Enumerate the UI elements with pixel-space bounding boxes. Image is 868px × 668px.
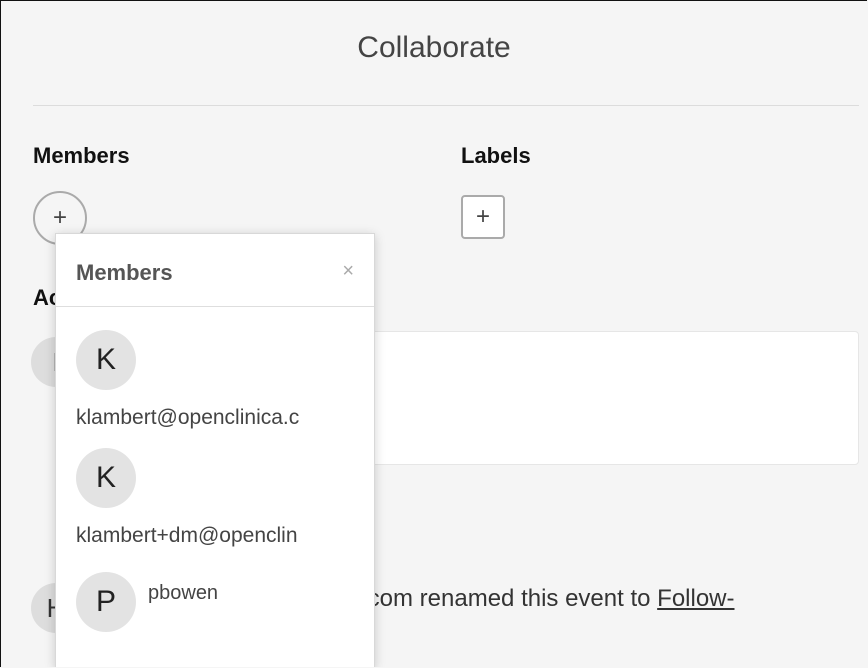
member-email: klambert+dm@openclin: [76, 524, 298, 547]
popup-header: Members ×: [56, 234, 374, 307]
avatar-initial: P: [95, 585, 116, 618]
close-icon[interactable]: ×: [342, 260, 354, 283]
avatar: K: [76, 330, 136, 390]
member-name: pbowen: [148, 582, 219, 604]
add-label-button[interactable]: +: [461, 195, 505, 239]
labels-label: Labels: [461, 143, 531, 168]
header-divider: [33, 105, 859, 106]
avatar: K: [76, 448, 136, 508]
avatar: P: [76, 572, 136, 632]
member-option[interactable]: K klambert@openclinica.c: [76, 330, 299, 430]
avatar-initial: K: [95, 343, 116, 376]
members-popup: Members × K klambert@openclinica.c K kla…: [55, 233, 375, 667]
history-text: .com renamed this event to: [361, 585, 658, 612]
history-event-link[interactable]: Follow-: [657, 585, 734, 612]
member-option[interactable]: P pbowen: [76, 572, 218, 632]
comment-input[interactable]: [331, 331, 859, 465]
member-email: klambert@openclinica.c: [76, 406, 300, 429]
member-option[interactable]: K klambert+dm@openclin: [76, 448, 298, 548]
plus-icon: +: [475, 203, 490, 230]
plus-icon: +: [52, 204, 67, 231]
avatar-initial: K: [95, 461, 116, 494]
page-title: Collaborate: [357, 31, 511, 64]
collaborate-panel: Collaborate Members Labels + + Ac I H .c…: [0, 0, 867, 667]
history-entry: .com renamed this event to Follow-: [361, 585, 735, 613]
popup-title: Members: [76, 260, 173, 285]
members-label: Members: [33, 143, 130, 168]
